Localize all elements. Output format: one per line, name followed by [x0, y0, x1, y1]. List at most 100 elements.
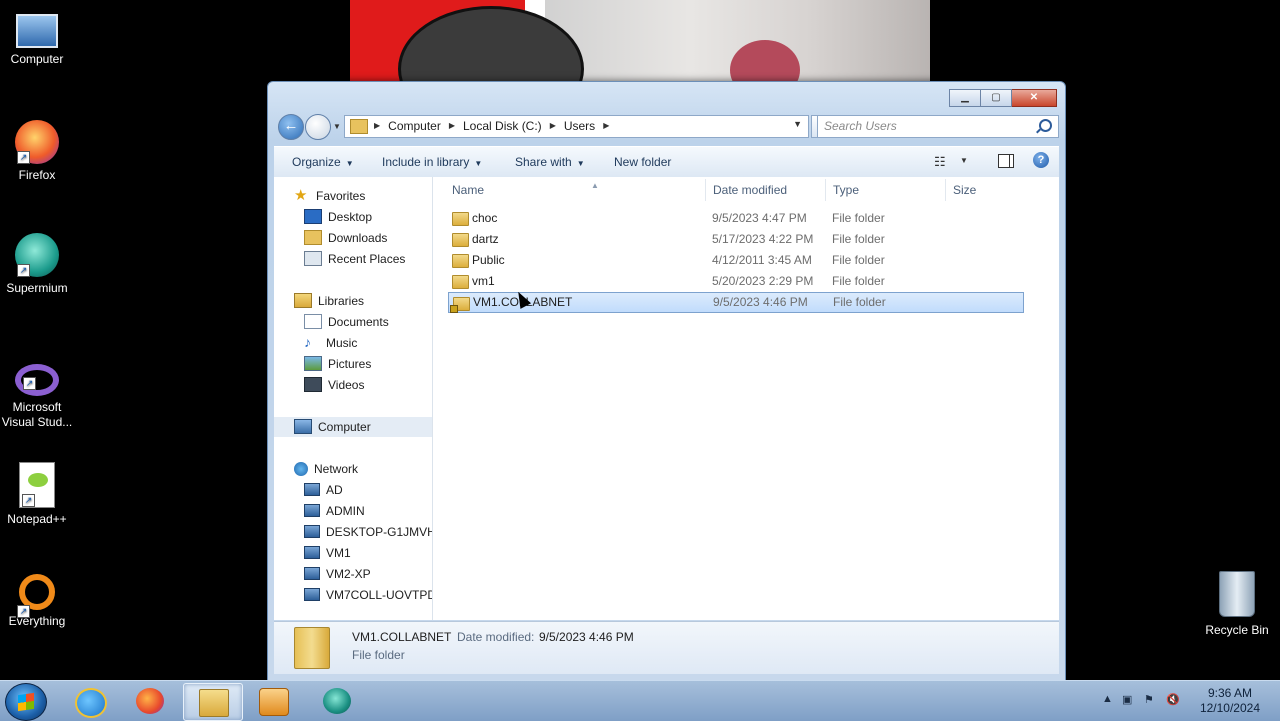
navigation-pane: ★ Favorites Desktop Downloads Recent Plac… — [274, 177, 433, 620]
nav-documents[interactable]: Documents — [304, 312, 389, 332]
everything-icon: ↗ — [17, 574, 55, 618]
file-type: File folder — [832, 274, 885, 288]
nav-network[interactable]: Network — [294, 459, 358, 479]
column-header-size[interactable]: Size — [953, 183, 976, 197]
nav-desktop[interactable]: Desktop — [304, 207, 372, 227]
file-name: choc — [472, 211, 498, 225]
view-options-dropdown[interactable]: ▼ — [960, 156, 968, 165]
change-view-icon[interactable]: ☷ — [934, 154, 946, 170]
libraries-icon — [294, 293, 312, 309]
file-type: File folder — [833, 295, 886, 309]
column-header-name[interactable]: ▲ Name — [452, 181, 599, 197]
address-bar[interactable]: ▶ Computer ▶ Local Disk (C:) ▶ Users ▶ ▼ — [344, 115, 809, 138]
column-header-date[interactable]: Date modified — [713, 183, 787, 197]
firefox-icon: ↗ — [15, 120, 59, 164]
nav-downloads[interactable]: Downloads — [304, 228, 387, 248]
action-center-flag-icon[interactable]: ⚑ — [1144, 693, 1154, 706]
nav-network-ad[interactable]: AD — [304, 480, 343, 500]
network-computer-icon — [304, 504, 320, 518]
include-in-library-button[interactable]: Include in library ▼ — [382, 155, 482, 169]
search-icon[interactable] — [1039, 119, 1052, 132]
nav-computer[interactable]: Computer — [274, 417, 432, 437]
file-type: File folder — [832, 253, 885, 267]
documents-icon — [304, 314, 322, 330]
nav-favorites[interactable]: ★ Favorites — [294, 186, 365, 206]
file-row[interactable]: dartz 5/17/2023 4:22 PM File folder — [448, 229, 1022, 249]
desktop-icon-notepadpp[interactable]: ↗ Notepad++ — [0, 462, 74, 527]
recent-places-icon — [304, 251, 322, 267]
file-row[interactable]: vm1 5/20/2023 2:29 PM File folder — [448, 271, 1022, 291]
back-button[interactable]: ← — [278, 114, 304, 140]
desktop-icon-visual-studio[interactable]: ↗ Microsoft Visual Stud... — [0, 358, 74, 430]
column-divider[interactable] — [705, 179, 706, 201]
nav-network-desktop[interactable]: DESKTOP-G1JMVHA — [304, 522, 432, 542]
start-button[interactable] — [5, 683, 47, 721]
organize-button[interactable]: Organize ▼ — [292, 155, 354, 169]
taskbar-supermium[interactable] — [308, 683, 366, 719]
file-name: dartz — [472, 232, 499, 246]
desktop-icon-label: Notepad++ — [7, 512, 67, 526]
computer-icon — [294, 419, 312, 435]
network-computer-icon — [304, 546, 320, 560]
music-icon: ♪ — [304, 334, 311, 351]
volume-muted-icon[interactable]: 🔇 — [1166, 693, 1180, 706]
search-box[interactable] — [817, 115, 1059, 138]
nav-videos[interactable]: Videos — [304, 375, 364, 395]
file-row[interactable]: Public 4/12/2011 3:45 AM File folder — [448, 250, 1022, 270]
column-divider[interactable] — [825, 179, 826, 201]
recent-pages-dropdown[interactable]: ▼ — [333, 122, 341, 131]
visual-studio-icon: ↗ — [15, 364, 59, 396]
forward-button[interactable] — [305, 114, 331, 140]
details-date-value: 9/5/2023 4:46 PM — [539, 630, 634, 644]
network-tray-icon[interactable]: ▣ — [1122, 693, 1132, 706]
column-label: Name — [452, 183, 485, 197]
network-computer-icon — [304, 483, 320, 497]
new-folder-button[interactable]: New folder — [614, 155, 671, 169]
desktop-icon-everything[interactable]: ↗ Everything — [0, 574, 74, 629]
address-dropdown-icon[interactable]: ▼ — [793, 119, 802, 129]
nav-pictures[interactable]: Pictures — [304, 354, 371, 374]
search-input[interactable] — [818, 116, 1030, 135]
preview-pane-icon[interactable] — [998, 154, 1014, 168]
computer-icon — [16, 14, 58, 48]
nav-recent-places[interactable]: Recent Places — [304, 249, 405, 269]
nav-libraries[interactable]: Libraries — [294, 291, 364, 311]
taskbar-internet-explorer[interactable] — [60, 683, 118, 719]
clock[interactable]: 9:36 AM 12/10/2024 — [1200, 686, 1260, 716]
nav-label: Pictures — [328, 357, 372, 371]
chevron-right-icon[interactable]: ▶ — [548, 119, 564, 133]
chevron-right-icon[interactable]: ▶ — [447, 119, 463, 133]
nav-network-vm2xp[interactable]: VM2-XP — [304, 564, 371, 584]
nav-music[interactable]: ♪ Music — [304, 333, 357, 353]
column-divider[interactable] — [945, 179, 946, 201]
taskbar-media-player[interactable] — [244, 683, 302, 719]
file-row-selected[interactable]: VM1.COLLABNET 9/5/2023 4:46 PM File fold… — [448, 292, 1024, 313]
close-button[interactable]: ✕ — [1012, 89, 1057, 107]
file-row[interactable]: choc 9/5/2023 4:47 PM File folder — [448, 208, 1022, 228]
taskbar-firefox[interactable] — [121, 683, 179, 719]
nav-network-admin[interactable]: ADMIN — [304, 501, 365, 521]
breadcrumb-local-disk[interactable]: Local Disk (C:) — [463, 119, 548, 133]
show-hidden-icons-icon[interactable]: ▲ — [1102, 693, 1113, 705]
taskbar-windows-explorer[interactable] — [183, 683, 243, 721]
nav-network-vm7coll[interactable]: VM7COLL-UOVTPD... — [304, 585, 432, 605]
help-icon[interactable]: ? — [1033, 152, 1049, 168]
column-header-type[interactable]: Type — [833, 183, 859, 197]
folder-icon — [452, 233, 469, 247]
desktop-icon-computer[interactable]: Computer — [0, 8, 74, 67]
supermium-icon: ↗ — [15, 233, 59, 277]
breadcrumb-computer[interactable]: Computer — [388, 119, 447, 133]
chevron-down-icon: ▼ — [474, 159, 483, 168]
desktop-icon-recycle-bin[interactable]: Recycle Bin — [1199, 571, 1275, 637]
desktop-icon-supermium[interactable]: ↗ Supermium — [0, 233, 74, 296]
breadcrumb-users[interactable]: Users — [564, 119, 601, 133]
file-date: 5/20/2023 2:29 PM — [712, 274, 814, 288]
nav-network-vm1[interactable]: VM1 — [304, 543, 351, 563]
chevron-right-icon[interactable]: ▶ — [601, 119, 617, 133]
chevron-right-icon[interactable]: ▶ — [372, 119, 388, 133]
share-with-button[interactable]: Share with ▼ — [515, 155, 585, 169]
desktop-icon-firefox[interactable]: ↗ Firefox — [0, 120, 74, 183]
downloads-folder-icon — [304, 230, 322, 246]
minimize-button[interactable]: ▁ — [949, 89, 981, 107]
maximize-button[interactable]: ▢ — [981, 89, 1012, 107]
